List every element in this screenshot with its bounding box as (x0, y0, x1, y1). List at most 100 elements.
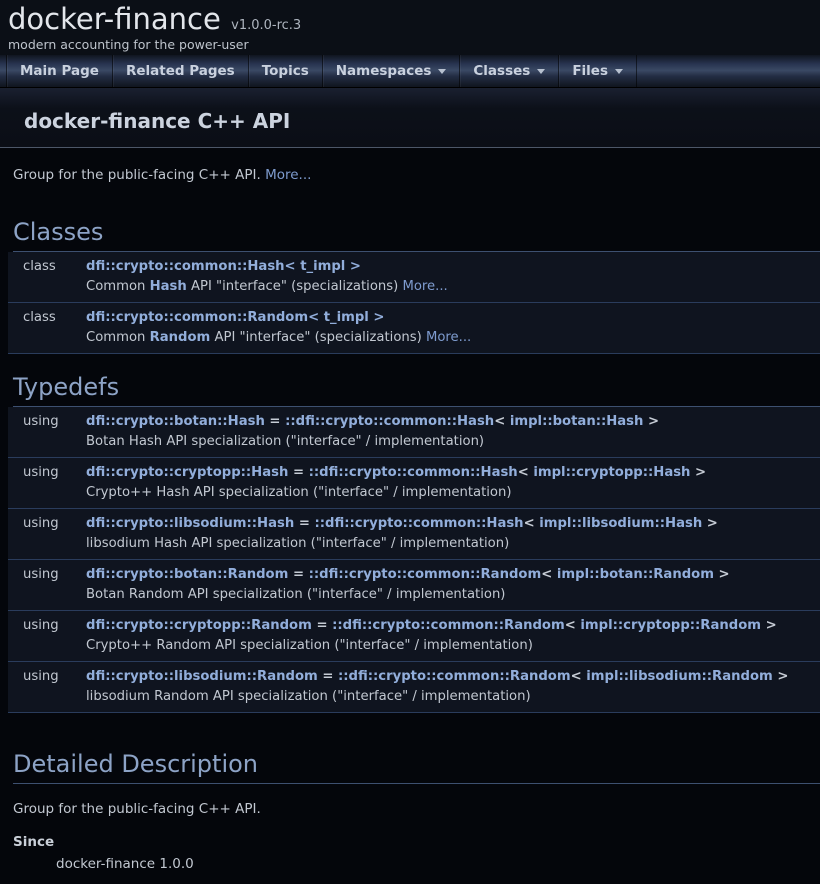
typedef-signature: dfi::crypto::cryptopp::Hash = ::dfi::cry… (86, 463, 820, 483)
member-kind: using (8, 667, 86, 687)
typedef-name-link[interactable]: dfi::crypto::botan::Hash (86, 414, 265, 429)
member-kind: using (8, 565, 86, 585)
main-nav-tabbar: Main Page Related Pages Topics Namespace… (0, 55, 820, 88)
lt-token: < (565, 618, 581, 633)
project-name: docker-finance (8, 2, 221, 36)
typedef-name-link[interactable]: dfi::crypto::cryptopp::Hash (86, 465, 288, 480)
class-description: Common Hash API "interface" (specializat… (86, 277, 820, 297)
typedef-description: libsodium Random API specialization ("in… (86, 687, 820, 707)
typedef-signature: dfi::crypto::libsodium::Hash = ::dfi::cr… (86, 514, 820, 534)
desc-text: API "interface" (specializations) (210, 330, 426, 345)
since-block: Since docker-finance 1.0.0 (13, 833, 820, 874)
equals-token: = (288, 465, 308, 480)
project-version: v1.0.0-rc.3 (231, 18, 301, 33)
member-kind: class (8, 257, 86, 277)
typedef-row: using dfi::crypto::cryptopp::Random = ::… (8, 611, 820, 662)
desc-text: API "interface" (specializations) (187, 279, 403, 294)
lt-token: < (571, 669, 587, 684)
class-name-link[interactable]: dfi::crypto::common::Random< t_impl > (86, 310, 384, 325)
typedef-name-link[interactable]: dfi::crypto::cryptopp::Random (86, 618, 312, 633)
more-link[interactable]: More... (426, 330, 471, 345)
detailed-description-heading: Detailed Description (13, 751, 820, 784)
class-description: Common Random API "interface" (specializ… (86, 328, 820, 348)
typedef-target-link[interactable]: ::dfi::crypto::common::Random (309, 567, 542, 582)
typedef-description: libsodium Hash API specialization ("inte… (86, 534, 820, 554)
typedef-target-link[interactable]: ::dfi::crypto::common::Hash (314, 516, 523, 531)
typedef-impl-link[interactable]: impl::libsodium::Hash (539, 516, 702, 531)
class-desc-link[interactable]: Hash (150, 279, 187, 294)
tab-topics[interactable]: Topics (249, 55, 323, 87)
classes-section-heading: Classes (13, 219, 820, 252)
typedef-row: using dfi::crypto::botan::Hash = ::dfi::… (8, 407, 820, 458)
typedef-target-link[interactable]: ::dfi::crypto::common::Random (338, 669, 571, 684)
typedef-name-link[interactable]: dfi::crypto::botan::Random (86, 567, 288, 582)
tab-related-pages[interactable]: Related Pages (113, 55, 249, 87)
desc-text: Common (86, 279, 150, 294)
chevron-down-icon (537, 69, 545, 74)
member-kind: class (8, 308, 86, 328)
equals-token: = (288, 567, 308, 582)
typedef-impl-link[interactable]: impl::botan::Random (557, 567, 714, 582)
typedef-impl-link[interactable]: impl::botan::Hash (510, 414, 644, 429)
equals-token: = (265, 414, 285, 429)
typedef-row: using dfi::crypto::botan::Random = ::dfi… (8, 560, 820, 611)
typedef-description: Botan Random API specialization ("interf… (86, 585, 820, 605)
tab-label: Classes (473, 63, 530, 79)
gt-token: > (773, 669, 789, 684)
gt-token: > (643, 414, 659, 429)
typedef-description: Botan Hash API specialization ("interfac… (86, 432, 820, 452)
more-link[interactable]: More... (402, 279, 447, 294)
typedef-signature: dfi::crypto::libsodium::Random = ::dfi::… (86, 667, 820, 687)
typedef-impl-link[interactable]: impl::libsodium::Random (586, 669, 772, 684)
typedefs-section-heading: Typedefs (13, 374, 820, 407)
lt-token: < (494, 414, 510, 429)
member-kind: using (8, 514, 86, 534)
class-signature: dfi::crypto::common::Hash< t_impl > (86, 257, 820, 277)
tab-label: Topics (262, 63, 309, 79)
tab-classes[interactable]: Classes (460, 55, 559, 87)
class-row: class dfi::crypto::common::Hash< t_impl … (8, 252, 820, 303)
chevron-down-icon (438, 69, 446, 74)
equals-token: = (312, 618, 332, 633)
gt-token: > (702, 516, 718, 531)
gt-token: > (761, 618, 777, 633)
typedef-name-link[interactable]: dfi::crypto::libsodium::Random (86, 669, 318, 684)
lt-token: < (524, 516, 540, 531)
class-name-link[interactable]: dfi::crypto::common::Hash< t_impl > (86, 259, 361, 274)
typedef-impl-link[interactable]: impl::cryptopp::Random (580, 618, 761, 633)
typedef-row: using dfi::crypto::libsodium::Hash = ::d… (8, 509, 820, 560)
more-link[interactable]: More... (265, 167, 311, 183)
contents: Group for the public-facing C++ API. Mor… (0, 148, 820, 874)
tab-label: Main Page (20, 63, 99, 79)
desc-text: Common (86, 330, 150, 345)
tab-label: Namespaces (336, 63, 432, 79)
typedef-target-link[interactable]: ::dfi::crypto::common::Random (332, 618, 565, 633)
typedef-signature: dfi::crypto::botan::Random = ::dfi::cryp… (86, 565, 820, 585)
class-desc-link[interactable]: Random (150, 330, 211, 345)
member-kind: using (8, 616, 86, 636)
detailed-description-text: Group for the public-facing C++ API. (13, 800, 820, 819)
lt-token: < (518, 465, 534, 480)
project-brief: modern accounting for the power-user (8, 37, 820, 52)
tab-label: Files (572, 63, 608, 79)
equals-token: = (294, 516, 314, 531)
chevron-down-icon (615, 69, 623, 74)
class-signature: dfi::crypto::common::Random< t_impl > (86, 308, 820, 328)
typedef-target-link[interactable]: ::dfi::crypto::common::Hash (285, 414, 494, 429)
lt-token: < (541, 567, 557, 582)
typedef-target-link[interactable]: ::dfi::crypto::common::Hash (309, 465, 518, 480)
typedef-row: using dfi::crypto::cryptopp::Hash = ::df… (8, 458, 820, 509)
member-kind: using (8, 412, 86, 432)
typedef-impl-link[interactable]: impl::cryptopp::Hash (533, 465, 690, 480)
tab-files[interactable]: Files (559, 55, 637, 87)
class-row: class dfi::crypto::common::Random< t_imp… (8, 303, 820, 354)
tab-main-page[interactable]: Main Page (6, 55, 113, 87)
group-brief-text: Group for the public-facing C++ API. (13, 167, 265, 183)
member-kind: using (8, 463, 86, 483)
typedef-row: using dfi::crypto::libsodium::Random = :… (8, 662, 820, 713)
tab-namespaces[interactable]: Namespaces (323, 55, 461, 87)
gt-token: > (714, 567, 730, 582)
equals-token: = (318, 669, 338, 684)
page-header: docker-finance C++ API (0, 88, 820, 148)
typedef-name-link[interactable]: dfi::crypto::libsodium::Hash (86, 516, 294, 531)
